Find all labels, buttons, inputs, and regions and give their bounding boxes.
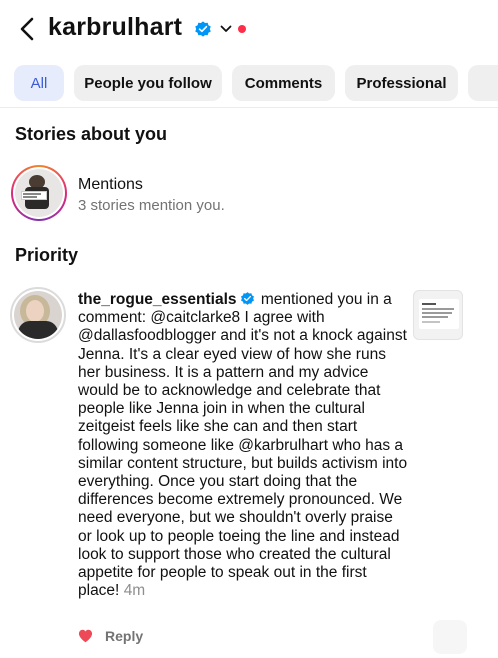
notification-dot — [238, 25, 246, 33]
chip-more[interactable] — [468, 65, 498, 101]
user-avatar[interactable] — [10, 287, 66, 343]
notification-text[interactable]: the_rogue_essentials mentioned you in a … — [78, 291, 408, 600]
filter-chips-bar: All People you follow Comments Professio… — [0, 63, 498, 103]
verified-badge-icon — [240, 292, 254, 305]
priority-section-title: Priority — [15, 245, 79, 265]
account-username[interactable]: karbrulhart — [48, 13, 182, 42]
chip-people-you-follow[interactable]: People you follow — [74, 65, 222, 101]
mentions-subtitle: 3 stories mention you. — [78, 197, 225, 214]
mentions-story-avatar[interactable] — [11, 165, 67, 221]
verified-badge-icon — [195, 21, 211, 37]
heart-like-icon[interactable] — [78, 629, 93, 643]
chip-comments[interactable]: Comments — [232, 65, 335, 101]
commenter-username[interactable]: the_rogue_essentials — [78, 291, 237, 308]
chip-all[interactable]: All — [14, 65, 64, 101]
avatar-photo — [14, 291, 62, 339]
header-divider — [0, 107, 498, 108]
back-arrow-icon[interactable] — [16, 16, 40, 42]
chip-professional[interactable]: Professional — [345, 65, 458, 101]
reply-button[interactable]: Reply — [105, 628, 143, 644]
mentions-title[interactable]: Mentions — [78, 176, 143, 194]
top-header: karbrulhart — [0, 0, 498, 58]
stories-section-title: Stories about you — [15, 124, 168, 144]
notification-time: 4m — [123, 582, 146, 600]
post-thumbnail[interactable] — [413, 290, 463, 340]
comment-body: @caitclarke8 I agree with @dallasfoodblo… — [78, 309, 408, 600]
story-thumbnail-image — [15, 169, 63, 217]
floating-placeholder — [433, 620, 467, 654]
chevron-down-icon[interactable] — [220, 24, 232, 34]
